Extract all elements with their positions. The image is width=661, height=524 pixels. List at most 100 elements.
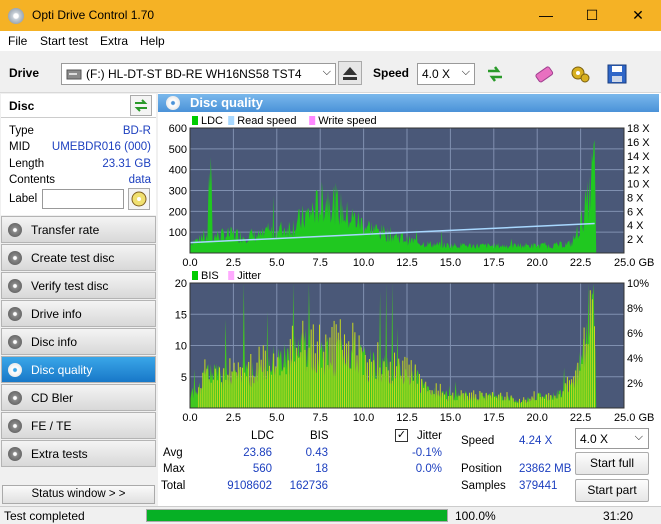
samples-label: Samples: [461, 480, 506, 492]
speed-select[interactable]: 4.0 X ⌵: [417, 63, 475, 85]
y-right-tick-label: 10%: [627, 278, 649, 290]
menu-file[interactable]: File: [8, 34, 27, 48]
nav-disc-quality[interactable]: Disc quality: [1, 356, 156, 383]
x-tick-label: 10.0: [353, 257, 374, 269]
menu-extra[interactable]: Extra: [100, 34, 128, 48]
disc-icon: [8, 279, 22, 293]
disc-label-icon: [131, 191, 147, 207]
disc-length-label: Length: [9, 158, 45, 170]
eject-icon: [343, 67, 357, 80]
y-right-tick-label: 4%: [627, 353, 643, 365]
nav-create-test-disc[interactable]: Create test disc: [1, 244, 156, 271]
disc-icon: [8, 335, 22, 349]
nav-verify-test-disc[interactable]: Verify test disc: [1, 272, 156, 299]
disc-icon: [8, 363, 22, 377]
disc-contents-label: Contents: [9, 174, 56, 186]
speed-stat-label: Speed: [461, 435, 495, 447]
window-title: Opti Drive Control 1.70: [32, 8, 155, 22]
disc-icon: [8, 447, 22, 461]
refresh-arrows-icon: [488, 66, 502, 82]
refresh-arrows-icon: [134, 99, 148, 112]
legend-swatch: [228, 271, 235, 280]
disc-heading: Disc: [9, 99, 35, 113]
stats-col-bis: BIS: [310, 430, 329, 442]
legend-label: Write speed: [318, 115, 377, 127]
drive-icon: [66, 69, 82, 80]
nav-transfer-rate[interactable]: Transfer rate: [1, 216, 156, 243]
x-tick-label: 25.0 GB: [614, 412, 654, 424]
x-tick-label: 17.5: [483, 257, 504, 269]
x-tick-label: 20.0: [526, 257, 547, 269]
x-tick-label: 2.5: [226, 257, 241, 269]
disc-label-button[interactable]: [128, 188, 150, 210]
maximize-button[interactable]: ☐: [569, 0, 615, 31]
status-bar: Test completed 100.0% 31:20: [0, 506, 661, 524]
speed-value: 4.0 X: [422, 67, 451, 81]
y-tick-label: 10: [175, 341, 187, 353]
refresh-speed-button[interactable]: [481, 60, 507, 86]
nav-fe-te[interactable]: FE / TE: [1, 412, 156, 439]
position-value: 23862 MB: [519, 463, 572, 475]
nav-extra-tests[interactable]: Extra tests: [1, 440, 156, 467]
y-right-tick-label: 6 X: [627, 206, 644, 218]
x-tick-label: 20.0: [526, 412, 547, 424]
x-tick-label: 10.0: [353, 412, 374, 424]
legend-swatch: [309, 116, 316, 125]
menu-help[interactable]: Help: [140, 34, 165, 48]
disc-icon: [8, 307, 22, 321]
menu-start-test[interactable]: Start test: [40, 34, 88, 48]
stats-col-ldc: LDC: [251, 430, 275, 442]
y-right-tick-label: 16 X: [627, 137, 650, 149]
stats-max-jitter: 0.0%: [415, 463, 442, 475]
close-button[interactable]: ✕: [615, 0, 661, 31]
y-tick-label: 600: [169, 123, 187, 135]
disc-icon: [8, 391, 22, 405]
disc-refresh-button[interactable]: [130, 95, 152, 116]
disc-type-value: BD-R: [122, 125, 151, 137]
speed-label: Speed: [373, 66, 410, 80]
save-button[interactable]: [603, 60, 629, 86]
stats-avg-jitter: -0.1%: [411, 447, 442, 459]
x-tick-label: 12.5: [396, 257, 417, 269]
test-speed-select[interactable]: 4.0 X ⌵: [575, 428, 649, 449]
stats-max-ldc: 560: [252, 463, 272, 475]
disc-quality-header: Disc quality: [158, 94, 659, 112]
status-window-button[interactable]: Status window > >: [2, 485, 155, 504]
drive-select[interactable]: (F:) HL-DT-ST BD-RE WH16NS58 TST4 ⌵: [61, 63, 336, 85]
x-tick-label: 2.5: [226, 412, 241, 424]
minimize-button[interactable]: —: [523, 0, 569, 31]
app-disc-icon: [8, 8, 24, 24]
jitter-checkbox[interactable]: ✓: [395, 429, 408, 442]
stats-col-jitter: Jitter: [417, 430, 442, 442]
start-part-button[interactable]: Start part: [575, 479, 649, 502]
charts-area: 0.0 2.5 5.0 7.5 10.0 12.5 15.0 17.5 20.0 22.5 25.0…: [158, 112, 659, 424]
y-right-tick-label: 2 X: [627, 234, 644, 246]
nav-label: Transfer rate: [31, 223, 100, 237]
disc-icon: [8, 223, 22, 237]
y-tick-label: 100: [169, 227, 187, 239]
x-tick-label: 15.0: [440, 412, 461, 424]
x-tick-label: 15.0: [440, 257, 461, 269]
x-tick-label: 22.5: [570, 257, 591, 269]
x-tick-label: 12.5: [396, 412, 417, 424]
chevron-down-icon: ⌵: [634, 431, 643, 443]
nav-drive-info[interactable]: Drive info: [1, 300, 156, 327]
y-tick-label: 200: [169, 206, 187, 218]
nav-disc-info[interactable]: Disc info: [1, 328, 156, 355]
panel-title: Disc quality: [190, 95, 263, 110]
erase-button[interactable]: [530, 60, 556, 86]
nav-cd-bler[interactable]: CD Bler: [1, 384, 156, 411]
x-tick-label: 22.5: [570, 412, 591, 424]
x-tick-label: 0.0: [182, 412, 197, 424]
legend-swatch: [192, 271, 198, 280]
start-full-button[interactable]: Start full: [575, 452, 649, 475]
disc-contents-value: data: [128, 174, 151, 186]
disc-label-input[interactable]: [42, 189, 124, 209]
eject-button[interactable]: [338, 61, 362, 85]
y-right-tick-label: 6%: [627, 328, 643, 340]
y-right-tick-label: 12 X: [627, 165, 650, 177]
y-right-tick-label: 10 X: [627, 179, 650, 191]
nav-label: Disc quality: [31, 363, 93, 377]
y-tick-label: 15: [175, 309, 187, 321]
settings-button[interactable]: [567, 60, 593, 86]
